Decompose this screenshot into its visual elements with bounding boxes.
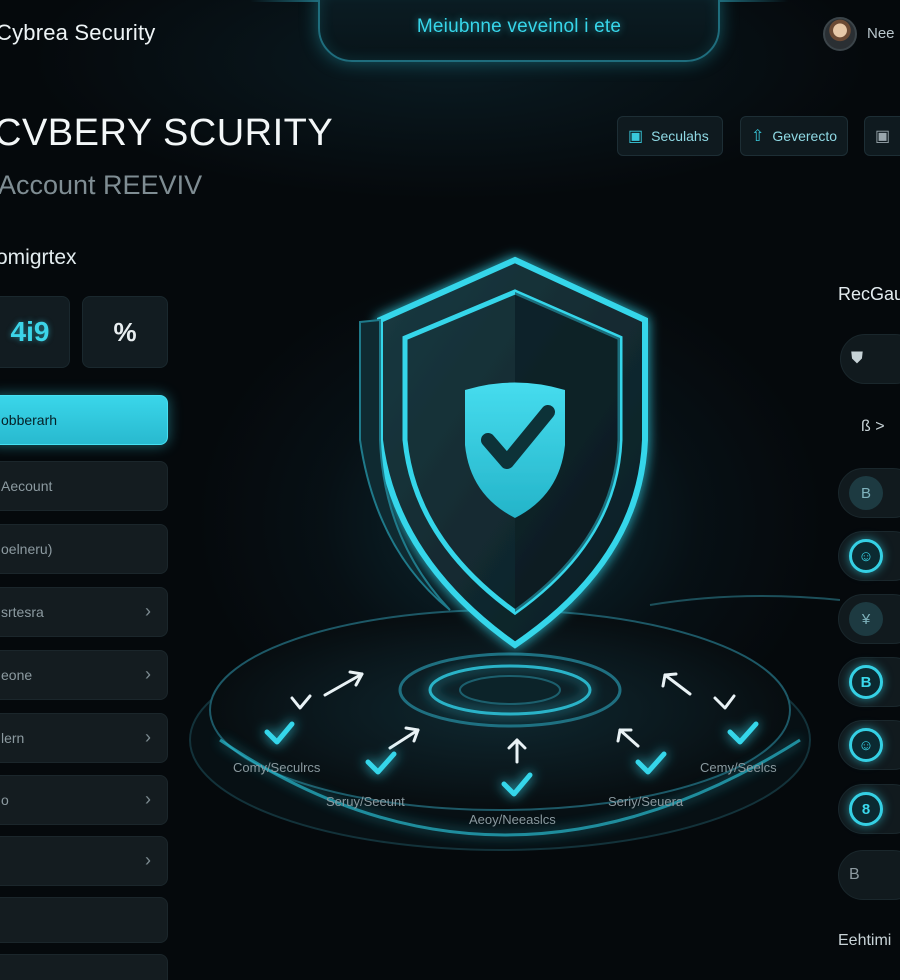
nav-item-account[interactable]: Aecount [0, 461, 168, 511]
monitor-button[interactable]: ▣ [864, 116, 900, 156]
hero-label-4: Seriy/Seuera [608, 794, 684, 809]
chevron-right-icon: › [145, 789, 151, 809]
rail-item-face[interactable]: ☺ [838, 531, 900, 581]
nav-item-label: Aecount [1, 478, 53, 494]
stat-card-percent: % [82, 296, 168, 368]
monitor-icon: ▣ [875, 128, 891, 145]
book-icon: B [849, 665, 883, 699]
badge-icon: 8 [849, 792, 883, 826]
nav-item-5[interactable]: eone › [0, 650, 168, 700]
security-button[interactable]: ▣ Seculahs [617, 116, 723, 156]
rail-item-book[interactable]: B [838, 657, 900, 707]
nav-item-label: oelneru) [1, 541, 53, 557]
user-name[interactable]: Nee [867, 25, 895, 42]
nav-item-8[interactable]: › [0, 836, 168, 886]
rail-item-shield[interactable]: ⛊ [840, 334, 900, 384]
hero-label-1: Comy/Seculrcs [233, 760, 321, 775]
user-avatar-icon[interactable] [823, 17, 857, 51]
nav-item-label: lern [1, 730, 25, 746]
document-icon: B [849, 476, 883, 510]
page-title: CVBERY SCURITY [0, 112, 334, 154]
nav-item-label: srtesra [1, 604, 44, 620]
grid-icon: ¥ [849, 602, 883, 636]
nav-item-9[interactable] [0, 897, 168, 943]
rail-item-badge[interactable]: 8 [838, 784, 900, 834]
hero-label-5: Cemy/Seelcs [700, 760, 777, 775]
stat-value: 4i9 [10, 316, 50, 347]
rail-title: RecGau [838, 284, 900, 304]
chevron-right-icon: › [145, 850, 151, 870]
cloud-upload-icon: ⇧ [751, 128, 765, 145]
nav-item-3[interactable]: oelneru) [0, 524, 168, 574]
rail-item-tag[interactable]: ß > [850, 402, 900, 452]
app-window: Cybrea Security Meiubnne veveinol i ete … [0, 0, 900, 980]
brand-name: Cybrea Security [0, 20, 156, 45]
upload-button-label: Geverecto [772, 128, 837, 144]
nav-item-7[interactable]: o › [0, 775, 168, 825]
security-button-label: Seculahs [651, 128, 709, 144]
rail-item-grid[interactable]: ¥ [838, 594, 900, 644]
rail-item-list[interactable]: B [838, 850, 900, 900]
shield-badge-icon: ⛊ [851, 350, 864, 367]
shield-hero-graphic [189, 256, 840, 851]
lock-icon: ▣ [628, 128, 644, 145]
tag-icon: ß > [861, 418, 885, 435]
list-icon: B [849, 866, 860, 883]
rail-item-smile[interactable]: ☺ [838, 720, 900, 770]
rail-item-document[interactable]: B [838, 468, 900, 518]
upload-button[interactable]: ⇧ Geverecto [740, 116, 848, 156]
stat-value: % [113, 316, 137, 347]
nav-item-overview[interactable]: obberarh [0, 395, 168, 445]
chevron-right-icon: › [145, 727, 151, 747]
stat-card-score: 4i9 [0, 296, 70, 368]
nav-item-label: obberarh [1, 412, 58, 428]
rail-footer: Eehtimi [838, 932, 892, 949]
smile-icon: ☺ [849, 728, 883, 762]
nav-item-label: o [1, 792, 9, 808]
page-subtitle: Account REEVIV [0, 170, 203, 200]
nav-item-label: eone [1, 667, 33, 683]
nav-item-4[interactable]: srtesra › [0, 587, 168, 637]
section-label: omigrtex [0, 246, 77, 269]
hero-label-3: Aeoy/Neeaslcs [469, 812, 556, 827]
chevron-right-icon: › [145, 664, 151, 684]
nav-item-10[interactable] [0, 954, 168, 980]
top-banner: Meiubnne veveinol i ete [250, 0, 788, 62]
chevron-right-icon: › [145, 601, 151, 621]
top-banner-title: Meiubnne veveinol i ete [416, 16, 622, 37]
nav-item-6[interactable]: lern › [0, 713, 168, 763]
hero-label-2: Seruy/Seeunt [326, 794, 405, 809]
face-icon: ☺ [849, 539, 883, 573]
